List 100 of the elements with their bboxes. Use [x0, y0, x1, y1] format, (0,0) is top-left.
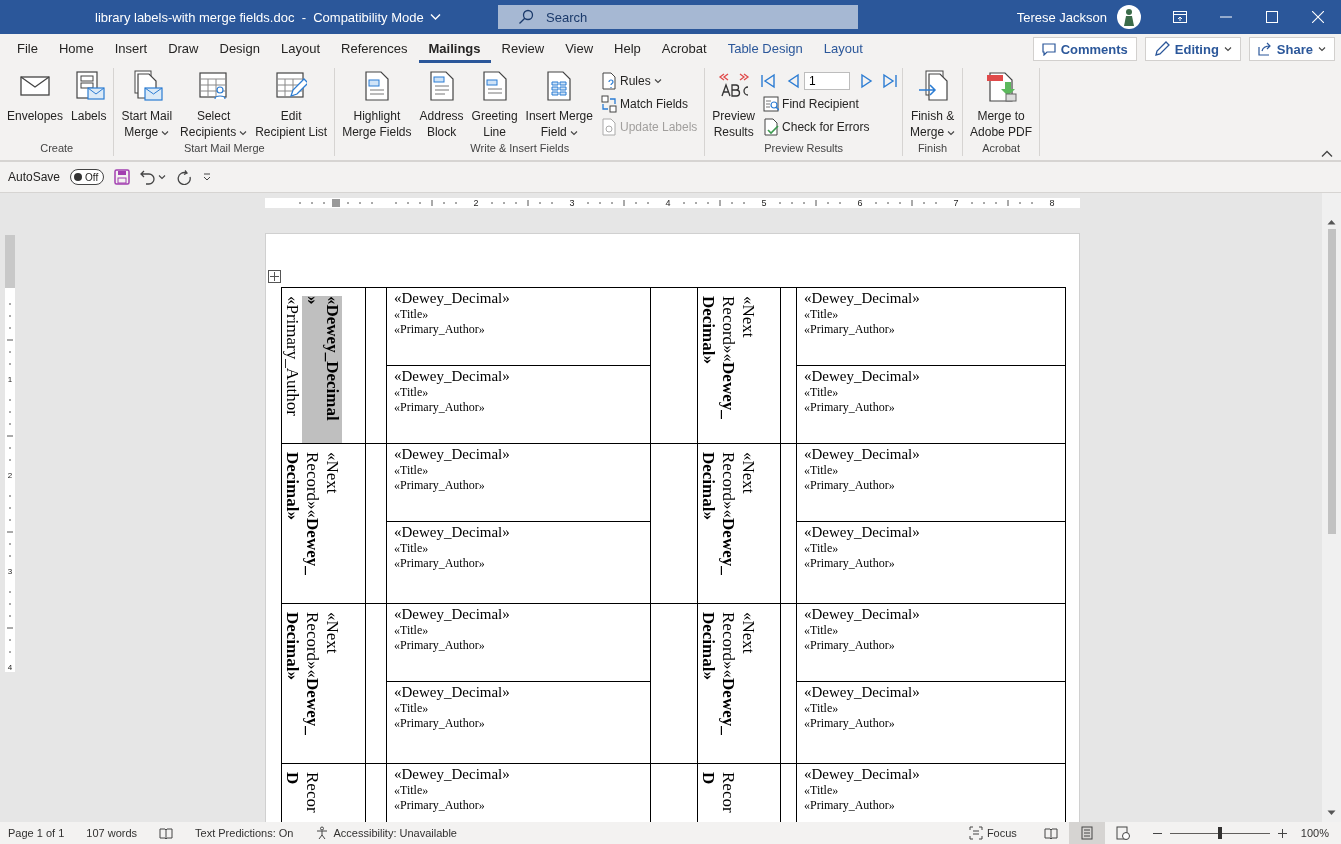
ribbon-tab[interactable]: Help: [604, 35, 651, 63]
avatar[interactable]: [1117, 5, 1141, 29]
merge-field: Record»«Dewey_: [718, 296, 738, 443]
redo-button[interactable]: [176, 169, 193, 185]
merge-field: «Dewey_Decimal: [322, 296, 342, 443]
merge-field: «Primary_Author»: [394, 322, 643, 337]
merge-field: «Title»: [394, 307, 643, 322]
merge-field: «Dewey_Decimal»: [804, 766, 1058, 783]
share-icon: [1257, 42, 1272, 56]
ruler-number: 8: [1048, 198, 1056, 208]
last-record-button[interactable]: [882, 73, 899, 89]
merge-field: «Title»: [804, 307, 1058, 322]
group-label: Preview Results: [763, 142, 845, 156]
group-label: Finish: [916, 142, 949, 156]
scrollbar-thumb[interactable]: [1327, 229, 1336, 534]
ribbon-button[interactable]: Finish & Merge: [907, 68, 959, 142]
autosave-toggle[interactable]: Off: [70, 169, 105, 185]
chevron-up-icon: [1321, 150, 1333, 158]
focus-icon: [968, 826, 983, 840]
ribbon-tab[interactable]: View: [555, 35, 604, 63]
ribbon-tab[interactable]: Review: [491, 35, 555, 63]
ribbon-button[interactable]: Preview Results: [709, 68, 759, 142]
collapse-ribbon-button[interactable]: [1321, 150, 1333, 158]
first-record-icon: [760, 73, 777, 89]
ribbon-action-button[interactable]: Share: [1248, 37, 1335, 61]
ribbon-button[interactable]: Envelopes: [4, 68, 67, 126]
merge-field: «Title»: [804, 701, 1058, 716]
undo-button[interactable]: [140, 169, 167, 185]
word-count[interactable]: 107 words: [86, 827, 138, 839]
ribbon-button[interactable]: Labels: [68, 68, 110, 126]
ribbon-tab[interactable]: Table Design: [717, 35, 813, 63]
ribbon-action-button[interactable]: Editing: [1144, 37, 1241, 61]
zoom-in-button[interactable]: [1277, 828, 1287, 838]
ruler-number: 7: [952, 198, 960, 208]
ribbon-button[interactable]: Find Recipient: [760, 93, 899, 115]
merge-field: «Dewey_Decimal»: [804, 606, 1058, 623]
merge-field: «Dewey_Decimal»: [804, 368, 1058, 385]
merge-field: «Title»: [804, 541, 1058, 556]
ruler-number: 2: [7, 472, 13, 480]
merge-field: «Dewey_Decimal»: [394, 368, 643, 385]
ribbon-button[interactable]: Start Mail Merge: [118, 68, 176, 142]
view-button[interactable]: [1068, 822, 1105, 844]
merge-field: Decimal»: [698, 612, 718, 763]
ribbon-button[interactable]: Match Fields: [597, 93, 701, 115]
zoom-slider-thumb[interactable]: [1217, 827, 1222, 839]
ribbon-action-button[interactable]: Comments: [1032, 37, 1137, 61]
group-label: Create: [39, 142, 75, 156]
merge-field: Decimal»: [282, 452, 302, 603]
merge-field: «Next: [738, 452, 758, 603]
ribbon-tab[interactable]: Acrobat: [651, 35, 717, 63]
ribbon-button[interactable]: Greeting Line: [468, 68, 521, 142]
ribbon-tab[interactable]: Design: [209, 35, 270, 63]
ribbon-tab[interactable]: Insert: [104, 35, 158, 63]
merge-field: Record»«Dewey_: [302, 452, 322, 603]
ribbon-tab[interactable]: Draw: [158, 35, 209, 63]
merge-field: Record»«Dewey_: [718, 612, 738, 763]
page-count[interactable]: Page 1 of 1: [8, 827, 65, 839]
scroll-up-icon: [1327, 219, 1336, 225]
ribbon-tab[interactable]: Layout: [813, 35, 873, 63]
search-field[interactable]: Search: [498, 5, 858, 29]
autosave-label: AutoSave: [8, 170, 61, 184]
pdf-download-icon: [985, 70, 1018, 102]
ribbon-button[interactable]: Merge to Adobe PDF: [967, 68, 1036, 142]
ribbon-tab[interactable]: References: [331, 35, 418, 63]
ribbon-tab[interactable]: Home: [48, 35, 104, 63]
ribbon-button[interactable]: Address Block: [416, 68, 467, 142]
document-question-icon: [600, 72, 617, 90]
minimize-icon: [1220, 16, 1232, 18]
ribbon-tab[interactable]: Mailings: [418, 35, 491, 63]
merge-field: D: [698, 772, 718, 822]
merge-field: «Primary_Author»: [394, 798, 643, 813]
ribbon-button[interactable]: Insert Merge Field: [522, 68, 596, 142]
customize-button[interactable]: [202, 172, 213, 182]
zoom-level[interactable]: 100%: [1300, 827, 1329, 839]
caret-icon: [1318, 46, 1326, 52]
merge-field: «Primary_Author»: [804, 638, 1058, 653]
merge-field: «Title»: [804, 463, 1058, 478]
ribbon-tab[interactable]: Layout: [270, 35, 330, 63]
ribbon-button[interactable]: Check for Errors: [760, 116, 899, 138]
ribbon-button[interactable]: Rules: [597, 70, 701, 92]
merge-field: «Dewey_Decimal»: [804, 684, 1058, 701]
merge-field: Decimal»: [698, 296, 718, 443]
ribbon-tab[interactable]: File: [7, 35, 48, 63]
record-number-field[interactable]: 1: [804, 72, 851, 90]
ribbon-button[interactable]: Highlight Merge Fields: [339, 68, 415, 142]
merge-field: Decimal»: [698, 452, 718, 603]
save-button[interactable]: [114, 169, 131, 185]
previous-record-button[interactable]: [786, 73, 801, 89]
first-record-button[interactable]: [760, 73, 777, 89]
ribbon-button[interactable]: Edit Recipient List: [252, 68, 331, 142]
table-person-icon: [197, 70, 230, 102]
ribbon-button[interactable]: Select Recipients: [177, 68, 251, 142]
focus-button[interactable]: Focus: [968, 826, 1017, 840]
merge-field: Record»«Dewey_: [302, 612, 322, 763]
merge-field: «Dewey_Decimal»: [394, 766, 643, 783]
scrollbar[interactable]: [1322, 193, 1341, 822]
text-predictions-status[interactable]: Text Predictions: On: [195, 827, 294, 839]
caret-icon: [158, 174, 167, 180]
scroll-down-icon: [1327, 810, 1336, 816]
accessibility-status[interactable]: Accessibility: Unavailable: [315, 826, 457, 840]
